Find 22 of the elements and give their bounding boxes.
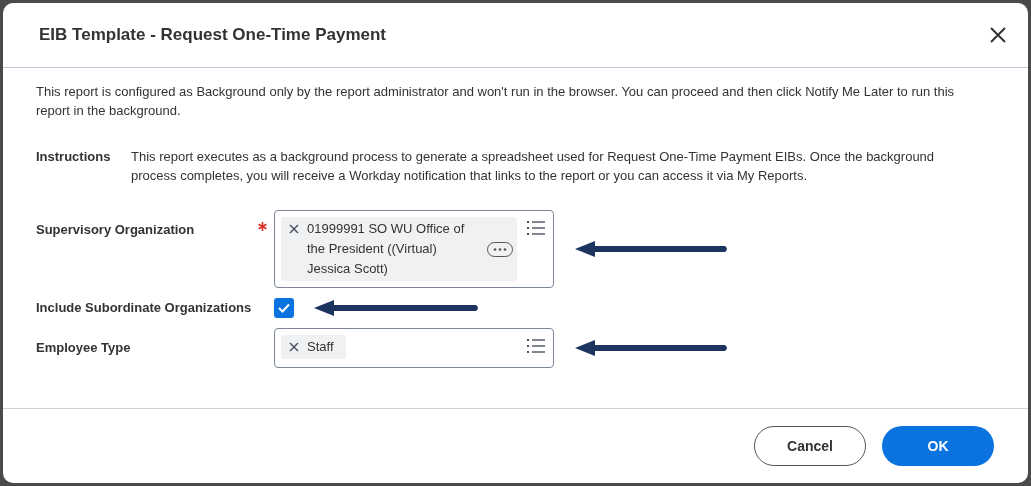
prompt-field[interactable]: 01999991 SO WU Office of the President ((Virtual) Jessica Scott)	[274, 210, 554, 288]
notice-text: This report is configured as Background only by the report administrator and won't run in the browser. You can proceed and then click Notify Me Later to run this report in the background.	[36, 83, 956, 120]
remove-icon[interactable]	[289, 224, 299, 234]
close-icon[interactable]	[990, 27, 1006, 43]
field-label: Supervisory Organization	[36, 221, 196, 239]
list-icon[interactable]	[527, 221, 545, 235]
field-label: Include Subordinate Organizations	[36, 299, 253, 317]
dialog-title: EIB Template - Request One-Time Payment	[39, 24, 386, 47]
token-text: Staff	[307, 338, 335, 356]
check-icon	[278, 303, 290, 313]
checkbox[interactable]	[274, 298, 294, 318]
cancel-button[interactable]: Cancel	[754, 426, 866, 466]
ok-button[interactable]: OK	[882, 426, 994, 466]
more-icon[interactable]	[487, 241, 513, 257]
list-icon[interactable]	[527, 339, 545, 353]
prompt-field[interactable]: Staff	[274, 328, 554, 368]
remove-icon[interactable]	[289, 342, 299, 352]
instructions-text: This report executes as a background process to generate a spreadsheet used for Request One-Time Payment EIBs. Once the background process completes, you will receive a Workday notification that links to the report or you can access it via My Reports.	[131, 148, 936, 185]
token-text: 01999991 SO WU Office of the President ((Virtual) Jessica Scott)	[307, 220, 466, 278]
field-label: Employee Type	[36, 339, 132, 357]
required-icon	[258, 222, 267, 231]
instructions-label: Instructions	[36, 148, 112, 166]
